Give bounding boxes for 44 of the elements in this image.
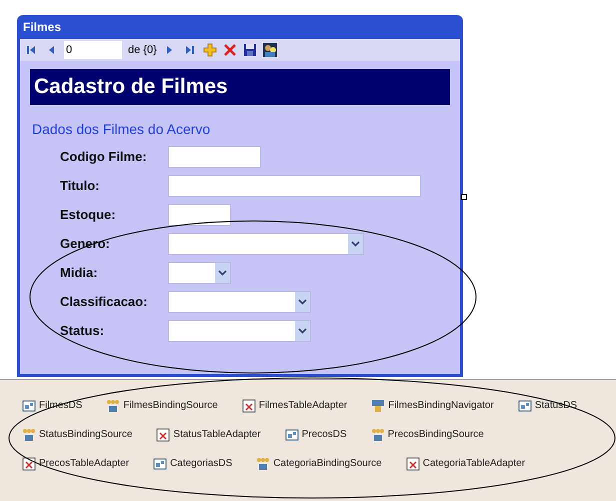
table-adapter-icon[interactable] bbox=[406, 456, 420, 470]
binding-source-icon[interactable] bbox=[370, 428, 385, 442]
table-adapter-icon[interactable] bbox=[242, 398, 256, 412]
field-label: Codigo Filme: bbox=[60, 148, 148, 166]
delete-icon[interactable] bbox=[222, 43, 237, 57]
component-name[interactable]: FilmesBindingNavigator bbox=[388, 398, 494, 413]
field-label: Status: bbox=[60, 322, 106, 340]
component-name[interactable]: CategoriaBindingSource bbox=[273, 456, 382, 471]
resize-handle[interactable] bbox=[461, 194, 467, 200]
component-name[interactable]: PrecosDS bbox=[302, 427, 347, 442]
component-name[interactable]: PrecosBindingSource bbox=[388, 427, 484, 442]
table-adapter-icon[interactable] bbox=[22, 456, 36, 470]
binding-source-icon[interactable] bbox=[22, 428, 36, 442]
component-name[interactable]: CategoriasDS bbox=[170, 456, 232, 471]
dataset-icon[interactable] bbox=[284, 428, 299, 442]
component-name[interactable]: StatusTableAdapter bbox=[173, 427, 261, 442]
field-label: Classificacao: bbox=[60, 293, 148, 312]
dataset-icon[interactable] bbox=[153, 456, 168, 470]
component-name[interactable]: CategoriaTableAdapter bbox=[422, 456, 526, 471]
window-title: Filmes bbox=[22, 19, 62, 36]
binding-source-icon[interactable] bbox=[106, 398, 120, 412]
component-name[interactable]: StatusBindingSource bbox=[39, 427, 132, 442]
group-title: Dados dos Filmes do Acervo bbox=[32, 120, 212, 139]
field-label: Midia: bbox=[60, 264, 99, 282]
dataset-icon[interactable] bbox=[518, 398, 532, 412]
save-icon[interactable] bbox=[242, 43, 257, 57]
text-field[interactable] bbox=[168, 146, 261, 168]
form-header: Cadastro de Filmes bbox=[30, 69, 450, 105]
field-label: Estoque: bbox=[60, 206, 117, 224]
component-name[interactable]: FilmesTableAdapter bbox=[258, 398, 348, 413]
binding-source-icon[interactable] bbox=[256, 456, 270, 470]
first-record-icon[interactable] bbox=[24, 43, 38, 57]
table-adapter-icon[interactable] bbox=[156, 428, 170, 442]
component-name[interactable]: PrecosTableAdapter bbox=[39, 456, 130, 471]
component-name[interactable]: FilmesBindingSource bbox=[123, 398, 218, 413]
field-label: Titulo: bbox=[60, 177, 100, 196]
text-field[interactable] bbox=[168, 175, 421, 197]
dataset-icon[interactable] bbox=[22, 398, 36, 412]
navigator-icon[interactable] bbox=[371, 398, 386, 412]
text-field[interactable] bbox=[168, 204, 231, 226]
record-count: de {0} bbox=[128, 42, 157, 58]
position-field[interactable]: 0 bbox=[64, 41, 122, 59]
people-icon[interactable] bbox=[262, 43, 277, 57]
add-icon[interactable] bbox=[202, 43, 217, 57]
